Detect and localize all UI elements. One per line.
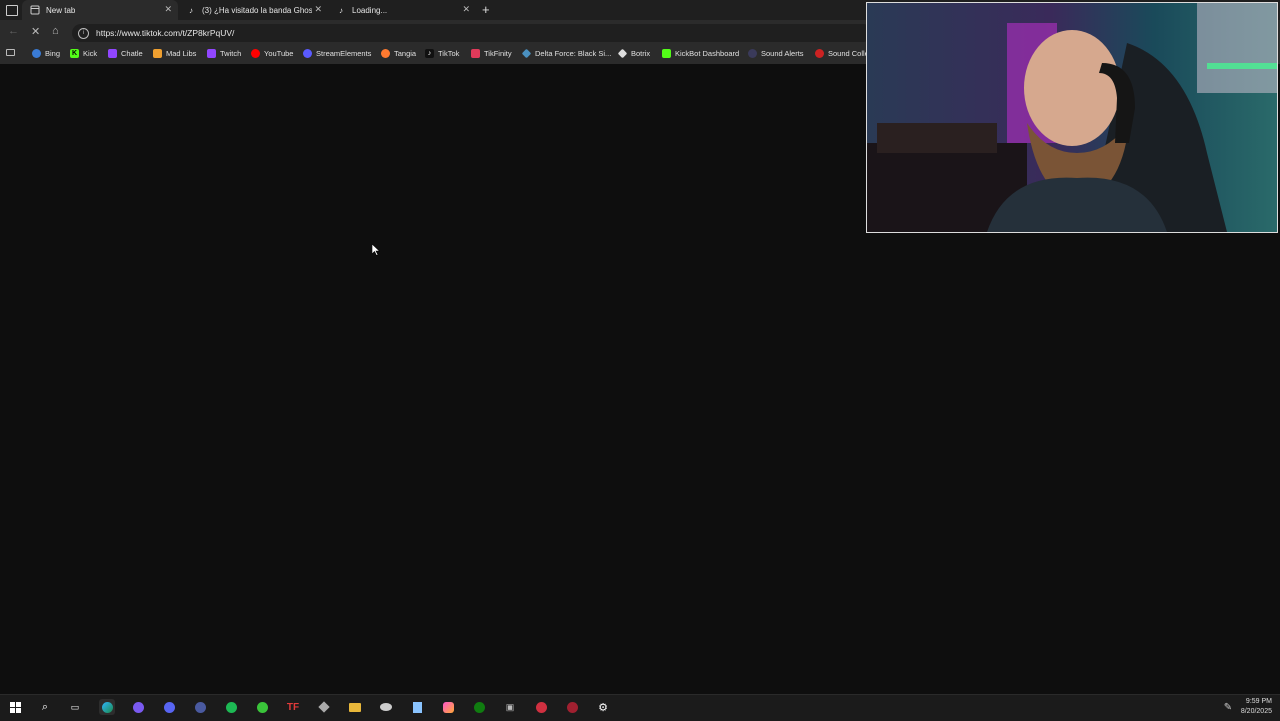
tikfinity-icon[interactable]: TF — [285, 699, 301, 715]
site-info-icon[interactable]: i — [78, 27, 89, 39]
tikfinity-icon — [471, 49, 480, 58]
favorite-kickbot-dashboard[interactable]: KickBot Dashboard — [662, 49, 739, 58]
close-tab-icon[interactable]: ✕ — [314, 4, 322, 15]
file-explorer-icon[interactable] — [347, 699, 363, 715]
favorite-botrix[interactable]: Botrix — [617, 48, 650, 59]
mouse-cursor-icon — [372, 244, 380, 256]
tab-actions-menu-icon[interactable] — [6, 5, 18, 16]
tiktok-icon: ♪ — [339, 5, 343, 15]
kickbot-icon — [662, 49, 671, 58]
new-tab-button[interactable]: + — [482, 2, 490, 17]
tiktok-icon: ♪ — [189, 5, 193, 15]
app-icon[interactable] — [378, 699, 394, 715]
home-icon[interactable]: ⌂ — [52, 25, 59, 37]
favorite-streamelements[interactable]: StreamElements — [303, 49, 371, 58]
tab-title: New tab — [46, 5, 76, 15]
close-tab-icon[interactable]: ✕ — [164, 4, 172, 15]
sound-collection-icon — [815, 49, 824, 58]
windows-start-icon[interactable] — [7, 699, 23, 715]
tangia-icon — [381, 49, 390, 58]
app-icon[interactable] — [564, 699, 580, 715]
stop-loading-icon[interactable]: ✕ — [31, 25, 40, 38]
tab-new-tab[interactable]: New tab ✕ — [22, 0, 178, 20]
chatle-icon — [108, 49, 117, 58]
chrome-icon[interactable] — [130, 699, 146, 715]
clock-time: 9:59 PM — [1245, 698, 1272, 705]
favorite-kick[interactable]: K Kick — [70, 49, 97, 58]
tab-tiktok-ghost[interactable]: ♪ (3) ¿Ha visitado la banda Ghost B… ✕ — [178, 0, 328, 20]
bing-icon — [32, 49, 41, 58]
favorite-youtube[interactable]: YouTube — [251, 49, 293, 58]
settings-icon[interactable]: ⚙ — [595, 699, 611, 715]
favorites-toggle-icon[interactable] — [6, 49, 19, 56]
edge-icon[interactable] — [99, 699, 115, 715]
favorite-sound-alerts[interactable]: Sound Alerts — [748, 49, 804, 58]
app-icon[interactable] — [161, 699, 177, 715]
address-bar[interactable]: i https://www.tiktok.com/t/ZP8krPqUV/ — [72, 24, 872, 42]
favorite-chatle[interactable]: Chatle — [108, 49, 143, 58]
favorite-bing[interactable]: Bing — [32, 49, 60, 58]
kick-icon: K — [70, 49, 79, 58]
tab-title: Loading... — [352, 5, 388, 15]
delta-force-icon — [521, 48, 532, 59]
terminal-icon[interactable]: ▣ — [502, 699, 518, 715]
sound-alerts-icon — [748, 49, 757, 58]
pen-icon[interactable]: ✎ — [1220, 699, 1236, 715]
xbox-game-bar-icon[interactable] — [254, 699, 270, 715]
mad-libs-icon — [153, 49, 162, 58]
system-clock[interactable]: 9:59 PM 8/20/2025 — [1241, 697, 1272, 717]
clock-date: 8/20/2025 — [1240, 708, 1272, 715]
instagram-icon[interactable] — [440, 699, 456, 715]
streamelements-icon — [303, 49, 312, 58]
new-tab-icon — [30, 5, 40, 15]
spotify-icon[interactable] — [223, 699, 239, 715]
favorite-twitch[interactable]: Twitch — [207, 49, 241, 58]
search-icon[interactable]: ⌕ — [37, 699, 53, 715]
webcam-overlay — [866, 2, 1278, 233]
tiktok-icon: ♪ — [425, 49, 434, 58]
task-view-icon[interactable]: ▭ — [67, 699, 83, 715]
botrix-icon — [617, 48, 628, 59]
favorite-tikfinity[interactable]: TikFinity — [471, 49, 512, 58]
tab-title: (3) ¿Ha visitado la banda Ghost B… — [202, 5, 312, 15]
xbox-icon[interactable] — [471, 699, 487, 715]
notepad-icon[interactable] — [409, 699, 425, 715]
youtube-icon — [251, 49, 260, 58]
app-icon[interactable] — [533, 699, 549, 715]
back-icon[interactable]: ← — [8, 25, 19, 37]
favorite-mad-libs[interactable]: Mad Libs — [153, 49, 196, 58]
favorite-delta-force[interactable]: Delta Force: Black Si... — [521, 48, 611, 59]
tab-loading[interactable]: ♪ Loading... ✕ — [328, 0, 476, 20]
favorite-sound-collection[interactable]: Sound Colle — [815, 49, 869, 58]
favorite-tiktok[interactable]: ♪ TikTok — [425, 49, 459, 58]
twitch-icon — [207, 49, 216, 58]
favorite-tangia[interactable]: Tangia — [381, 49, 416, 58]
close-tab-icon[interactable]: ✕ — [462, 4, 470, 15]
obs-icon[interactable] — [316, 699, 332, 715]
address-url: https://www.tiktok.com/t/ZP8krPqUV/ — [96, 28, 235, 38]
discord-icon[interactable] — [192, 699, 208, 715]
